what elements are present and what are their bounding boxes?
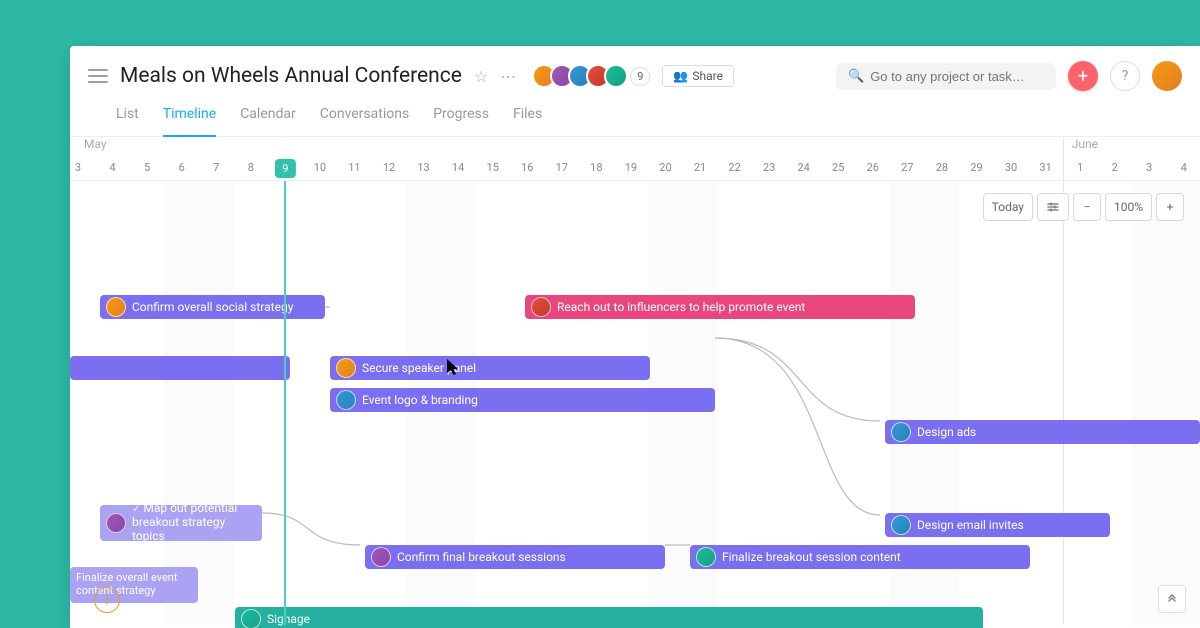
day-label: 24 xyxy=(794,161,814,174)
avatar xyxy=(336,358,356,378)
task-bar[interactable]: Reach out to influencers to help promote… xyxy=(525,295,915,319)
day-label: 21 xyxy=(690,161,710,174)
task-label: Secure speaker panel xyxy=(362,361,476,375)
member-avatars[interactable]: 9 xyxy=(532,64,650,88)
day-label: 10 xyxy=(310,161,330,174)
task-bar[interactable]: Design ads xyxy=(885,420,1200,444)
task-bar[interactable]: Signage xyxy=(235,607,983,628)
day-label: 4 xyxy=(103,161,123,174)
project-title: Meals on Wheels Annual Conference xyxy=(120,64,462,88)
avatar xyxy=(241,609,261,628)
help-button[interactable]: ? xyxy=(1110,61,1140,91)
avatar xyxy=(531,297,551,317)
day-label: 25 xyxy=(828,161,848,174)
avatar xyxy=(891,422,911,442)
zoom-in-button[interactable]: + xyxy=(1156,193,1184,221)
avatar xyxy=(891,515,911,535)
day-label: 13 xyxy=(414,161,434,174)
day-label: 19 xyxy=(621,161,641,174)
day-label: 14 xyxy=(448,161,468,174)
tab-progress[interactable]: Progress xyxy=(433,106,489,128)
task-label: Reach out to influencers to help promote… xyxy=(557,300,805,314)
tab-files[interactable]: Files xyxy=(513,106,542,128)
day-label: 29 xyxy=(966,161,986,174)
task-bar[interactable]: Confirm overall social strategy xyxy=(100,295,325,319)
day-label: 17 xyxy=(552,161,572,174)
avatar xyxy=(604,64,628,88)
day-label: 22 xyxy=(725,161,745,174)
task-label: Design email invites xyxy=(917,518,1024,532)
avatar xyxy=(106,297,126,317)
star-icon[interactable]: ☆ xyxy=(474,67,488,86)
month-label: May xyxy=(84,137,107,151)
task-bar[interactable]: Event logo & branding xyxy=(330,388,715,412)
zoom-out-button[interactable]: − xyxy=(1073,193,1101,221)
task-label: Finalize breakout session content xyxy=(722,550,901,564)
search-input[interactable]: 🔍 xyxy=(836,63,1056,90)
zoom-level[interactable]: 100% xyxy=(1105,193,1152,221)
search-icon: 🔍 xyxy=(848,69,864,84)
day-label: 12 xyxy=(379,161,399,174)
member-count: 9 xyxy=(630,67,650,86)
today-button[interactable]: Today xyxy=(983,193,1033,221)
task-label: Map out potential breakout strategy topi… xyxy=(132,505,237,541)
share-button[interactable]: 👥 Share xyxy=(662,65,734,87)
task-bar[interactable]: Finalize breakout session content xyxy=(690,545,1030,569)
task-bar[interactable]: ✓ Map out potential breakout strategy to… xyxy=(100,505,262,541)
task-bar[interactable] xyxy=(70,356,290,380)
day-label: 27 xyxy=(897,161,917,174)
day-label: 26 xyxy=(863,161,883,174)
day-label: 5 xyxy=(137,161,157,174)
task-bar[interactable]: Confirm final breakout sessions xyxy=(365,545,665,569)
day-label: 3 xyxy=(1139,161,1159,174)
task-label: Event logo & branding xyxy=(362,393,478,407)
day-label: 11 xyxy=(344,161,364,174)
task-label: Signage xyxy=(267,612,310,626)
settings-icon[interactable] xyxy=(1037,193,1069,221)
day-label: 7 xyxy=(206,161,226,174)
task-label: Finalize overall event content strategy xyxy=(76,572,192,597)
more-icon[interactable]: ⋯ xyxy=(500,67,516,86)
day-label: 6 xyxy=(172,161,192,174)
tab-conversations[interactable]: Conversations xyxy=(320,106,409,128)
day-label: 4 xyxy=(1174,161,1194,174)
avatar xyxy=(106,513,126,533)
day-label: 31 xyxy=(1036,161,1056,174)
day-label: 15 xyxy=(483,161,503,174)
task-label: Design ads xyxy=(917,425,976,439)
task-bar[interactable]: Finalize overall event content strategy xyxy=(70,567,198,603)
add-button[interactable]: + xyxy=(1068,61,1098,91)
task-label: Confirm final breakout sessions xyxy=(397,550,566,564)
month-label: June xyxy=(1072,137,1098,151)
day-label: 28 xyxy=(932,161,952,174)
user-avatar[interactable] xyxy=(1152,61,1182,91)
avatar xyxy=(336,390,356,410)
day-label: 8 xyxy=(241,161,261,174)
avatar xyxy=(371,547,391,567)
day-label: 16 xyxy=(517,161,537,174)
day-label: 18 xyxy=(586,161,606,174)
tab-list[interactable]: List xyxy=(116,106,139,128)
tab-timeline[interactable]: Timeline xyxy=(163,106,216,137)
day-label: 1 xyxy=(1070,161,1090,174)
tab-calendar[interactable]: Calendar xyxy=(240,106,296,128)
day-label: 23 xyxy=(759,161,779,174)
avatar xyxy=(696,547,716,567)
day-label: 2 xyxy=(1105,161,1125,174)
day-label: 20 xyxy=(655,161,675,174)
today-marker: 9 xyxy=(275,159,295,178)
task-bar[interactable]: Design email invites xyxy=(885,513,1110,537)
info-button[interactable]: i xyxy=(94,587,120,613)
menu-hamburger[interactable] xyxy=(88,69,108,83)
people-icon: 👥 xyxy=(673,69,688,83)
task-bar[interactable]: Secure speaker panel xyxy=(330,356,650,380)
check-icon: ✓ xyxy=(132,505,140,515)
task-label: Confirm overall social strategy xyxy=(132,300,293,314)
day-label: 3 xyxy=(70,161,88,174)
collapse-button[interactable] xyxy=(1158,585,1186,613)
day-label: 30 xyxy=(1001,161,1021,174)
